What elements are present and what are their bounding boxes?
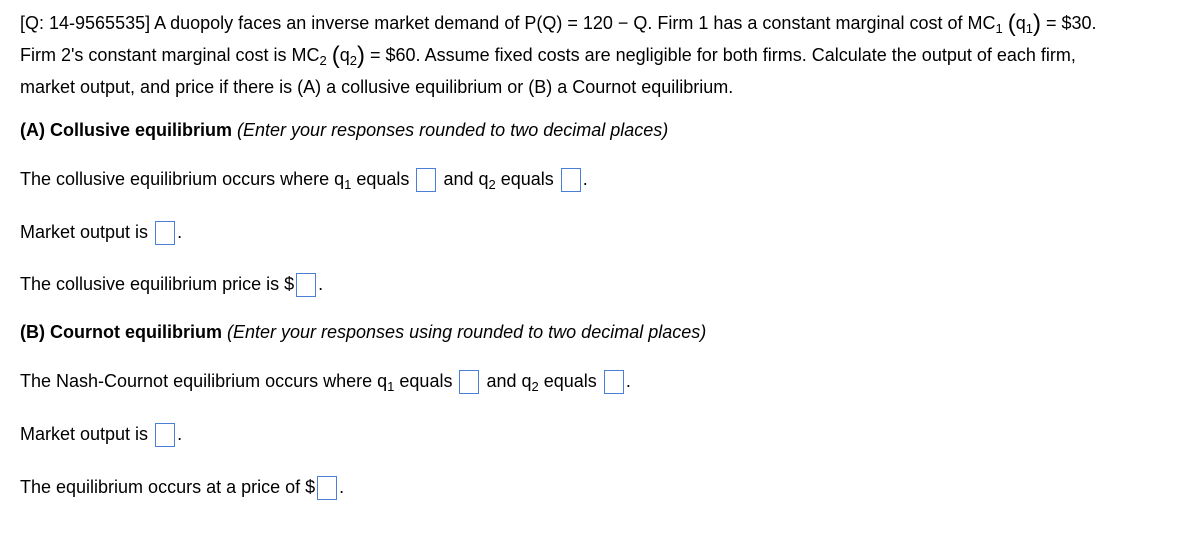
part-a-heading: (A) Collusive equilibrium (Enter your re…: [20, 117, 668, 143]
question-line-2: Firm 2's constant marginal cost is MC2 (…: [20, 42, 1076, 68]
equals-text: equals: [538, 371, 597, 391]
part-b-q2-input[interactable]: [603, 370, 624, 394]
var-q: q: [339, 45, 350, 65]
subscript: 1: [995, 21, 1003, 36]
subscript: 2: [488, 177, 496, 192]
equals-text: equals: [495, 169, 554, 189]
part-b-q-text: The Nash-Cournot equilibrium occurs wher…: [20, 371, 388, 391]
and-q-text: and q: [486, 371, 532, 391]
part-b-market-output-line: Market output is .: [20, 421, 182, 447]
part-a-title: (A) Collusive equilibrium: [20, 120, 233, 140]
part-a-market-output-label: Market output is: [20, 222, 149, 242]
part-a-market-output-input[interactable]: [155, 221, 176, 245]
part-b-heading: (B) Cournot equilibrium (Enter your resp…: [20, 319, 706, 345]
question-text-2: Firm 2's constant marginal cost is MC: [20, 45, 320, 65]
part-a-price-input[interactable]: [296, 273, 317, 297]
question-id: [Q: 14-9565535]: [20, 13, 151, 33]
paren-close: ): [1033, 10, 1042, 37]
var-q: q: [1015, 13, 1026, 33]
part-a-q-text: The collusive equilibrium occurs where q: [20, 169, 345, 189]
equals-text: equals: [394, 371, 453, 391]
part-a-price-line: The collusive equilibrium price is $.: [20, 271, 323, 297]
subscript: 1: [1025, 21, 1034, 36]
part-a-q1-input[interactable]: [416, 168, 437, 192]
part-b-price-label: The equilibrium occurs at a price of $: [20, 477, 316, 497]
part-b-market-output-input[interactable]: [155, 423, 176, 447]
paren-close: ): [357, 42, 366, 69]
question-text-2-end: = $60. Assume fixed costs are negligible…: [365, 45, 1076, 65]
and-q-text: and q: [443, 169, 489, 189]
part-a-q2-input[interactable]: [560, 168, 581, 192]
question-text-1: A duopoly faces an inverse market demand…: [150, 13, 996, 33]
part-b-instructions: (Enter your responses using rounded to t…: [221, 322, 707, 342]
part-b-price-input[interactable]: [317, 476, 338, 500]
period: .: [177, 222, 183, 242]
part-b-title: (B) Cournot equilibrium: [20, 322, 222, 342]
paren-open: (: [331, 42, 340, 69]
period: .: [339, 477, 345, 497]
question-line-3: market output, and price if there is (A)…: [20, 74, 733, 100]
part-a-quantity-line: The collusive equilibrium occurs where q…: [20, 166, 588, 192]
period: .: [318, 274, 324, 294]
part-b-quantity-line: The Nash-Cournot equilibrium occurs wher…: [20, 368, 631, 394]
part-a-instructions: (Enter your responses rounded to two dec…: [232, 120, 669, 140]
question-text-3: market output, and price if there is (A)…: [20, 77, 734, 97]
part-b-price-line: The equilibrium occurs at a price of $.: [20, 474, 344, 500]
period: .: [177, 424, 183, 444]
part-a-market-output-line: Market output is .: [20, 219, 182, 245]
subscript: 2: [349, 53, 358, 68]
period: .: [625, 371, 631, 391]
paren-open: (: [1007, 10, 1016, 37]
subscript: 2: [319, 53, 327, 68]
question-line-1: [Q: 14-9565535] A duopoly faces an inver…: [20, 10, 1097, 36]
part-a-price-label: The collusive equilibrium price is $: [20, 274, 295, 294]
question-text-1-end: = $30.: [1041, 13, 1097, 33]
equals-text: equals: [351, 169, 410, 189]
part-b-market-output-label: Market output is: [20, 424, 149, 444]
period: .: [582, 169, 588, 189]
part-b-q1-input[interactable]: [459, 370, 480, 394]
subscript: 2: [531, 379, 539, 394]
